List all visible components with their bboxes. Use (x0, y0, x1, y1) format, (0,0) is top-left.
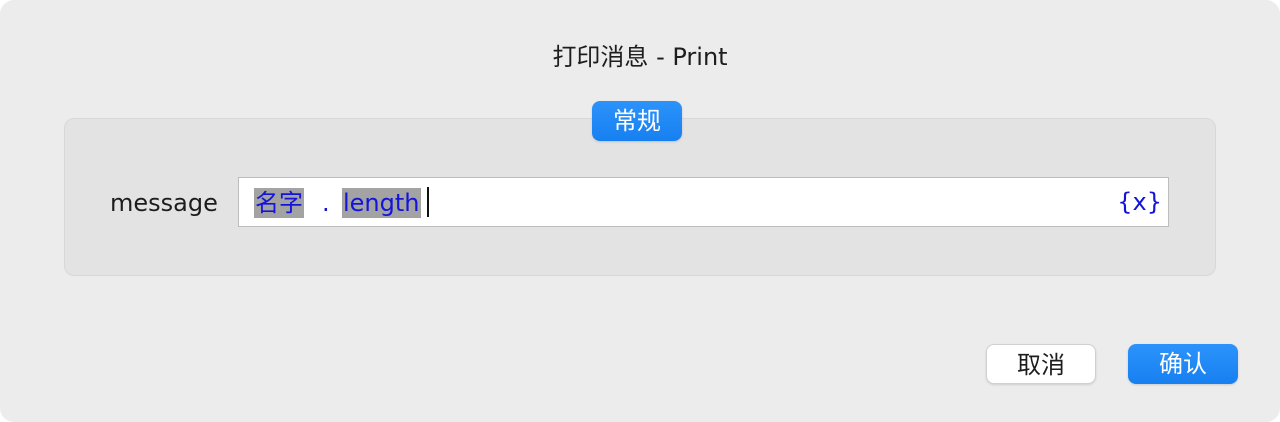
expression-token-variable[interactable]: 名字 (254, 188, 304, 218)
print-dialog: 打印消息 - Print 常规 message 名字 . length {x} … (0, 0, 1280, 422)
text-caret (427, 187, 429, 217)
dialog-title: 打印消息 - Print (552, 43, 728, 71)
variable-insert-icon[interactable]: {x} (1117, 187, 1162, 217)
expression-token-dot[interactable]: . (321, 188, 331, 218)
confirm-button[interactable]: 确认 (1128, 344, 1238, 384)
expression-token-property[interactable]: length (342, 188, 421, 218)
message-label: message (110, 189, 218, 217)
tab-general[interactable]: 常规 (592, 101, 682, 141)
message-expression-input[interactable]: 名字 . length {x} (238, 177, 1169, 227)
cancel-button[interactable]: 取消 (986, 344, 1096, 384)
